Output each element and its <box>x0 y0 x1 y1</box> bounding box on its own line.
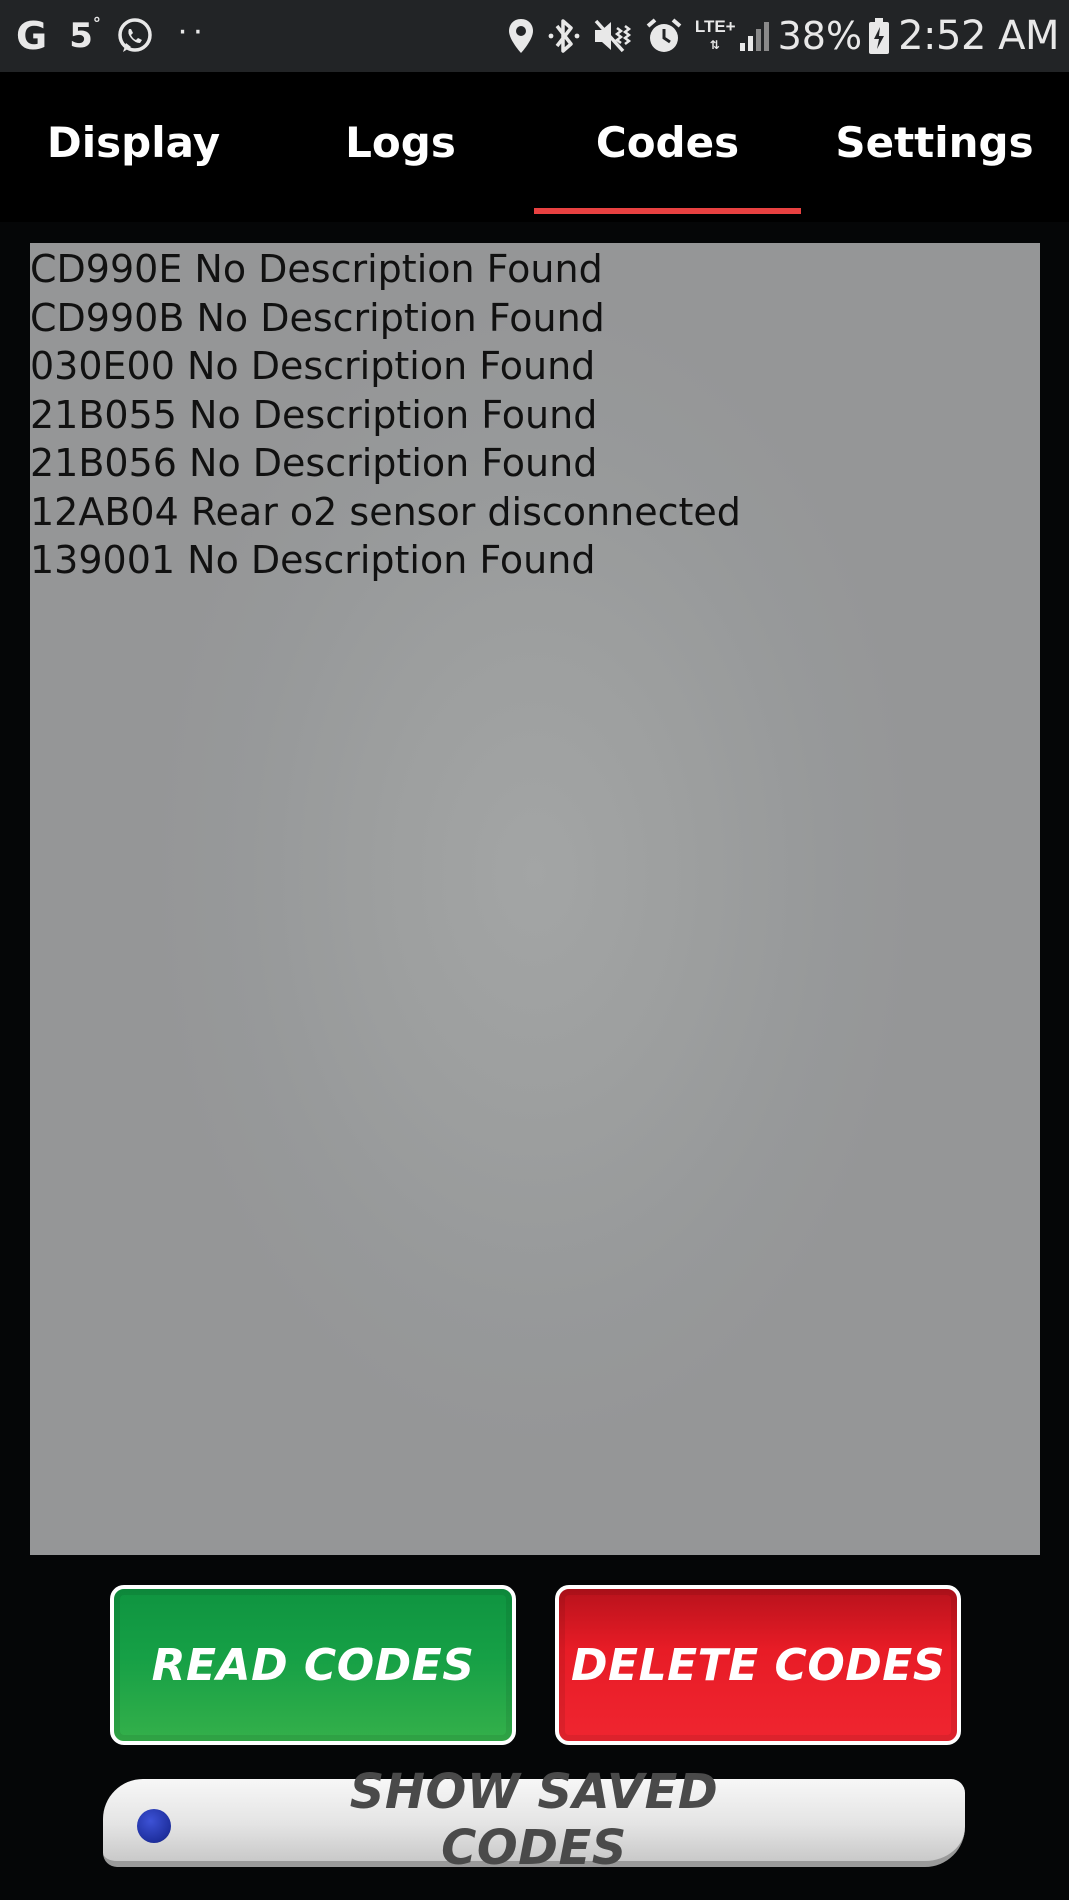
battery-charging-icon <box>868 17 890 55</box>
delete-codes-label: DELETE CODES <box>570 1639 946 1691</box>
tab-logs[interactable]: Logs <box>267 72 534 212</box>
battery-percent: 38% <box>777 14 863 58</box>
code-line: CD990B No Description Found <box>30 295 605 340</box>
code-line: 030E00 No Description Found <box>30 344 596 388</box>
tab-display[interactable]: Display <box>0 72 267 212</box>
blue-dot-icon <box>137 1809 171 1843</box>
status-right: LTE+ ⇅ 38% 2:52 AM <box>507 0 1059 72</box>
tab-settings[interactable]: Settings <box>801 72 1068 212</box>
temperature-value: 5 <box>69 16 93 56</box>
code-line: 12AB04 Rear o2 sensor disconnected <box>30 489 741 534</box>
read-codes-button[interactable]: READ CODES <box>110 1585 516 1745</box>
network-type: LTE+ ⇅ <box>695 18 736 54</box>
delete-codes-button[interactable]: DELETE CODES <box>555 1585 961 1745</box>
clock: 2:52 AM <box>898 13 1059 59</box>
status-left: G 5° ·· <box>16 0 208 72</box>
code-line: 21B056 No Description Found <box>30 441 598 485</box>
show-saved-codes-label: SHOW SAVED CODES <box>349 1764 719 1876</box>
signal-icon <box>738 19 772 53</box>
show-saved-codes-button[interactable]: SHOW SAVED CODES <box>103 1764 965 1876</box>
codes-panel[interactable]: CD990E No Description Found CD990B No De… <box>30 243 1040 1555</box>
bluetooth-icon <box>547 17 581 55</box>
tab-bar: Display Logs Codes Settings <box>0 72 1069 222</box>
code-list: CD990E No Description Found CD990B No De… <box>30 243 1040 585</box>
temperature-unit: ° <box>92 13 101 33</box>
read-codes-label: READ CODES <box>151 1639 475 1691</box>
temperature: 5° <box>69 13 101 56</box>
overflow-dots: ·· <box>176 10 208 49</box>
location-icon <box>507 17 535 55</box>
mute-vibrate-icon <box>593 18 633 54</box>
network-type-label: LTE+ <box>694 17 736 36</box>
google-icon: G <box>16 14 48 58</box>
status-bar: G 5° ·· LTE+ ⇅ 38% 2:52 AM <box>0 0 1069 72</box>
alarm-icon <box>645 17 683 55</box>
data-arrows-icon: ⇅ <box>709 38 721 52</box>
code-line: CD990E No Description Found <box>30 247 603 291</box>
tab-codes[interactable]: Codes <box>534 72 801 214</box>
code-line: 21B055 No Description Found <box>30 392 598 437</box>
whatsapp-icon <box>115 16 155 56</box>
code-line: 139001 No Description Found <box>30 538 596 582</box>
